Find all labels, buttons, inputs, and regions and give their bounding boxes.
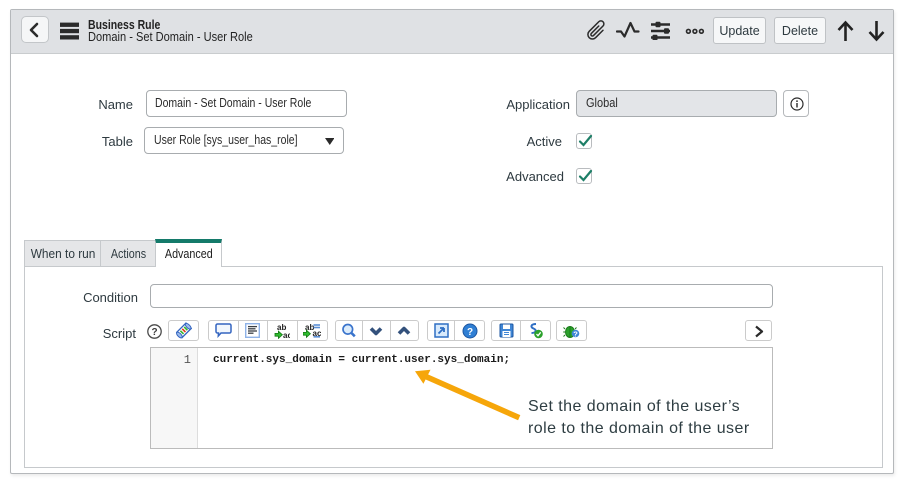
svg-text:?: ? bbox=[466, 327, 472, 338]
svg-text:?: ? bbox=[573, 329, 578, 338]
svg-text:ac: ac bbox=[313, 329, 322, 338]
svg-text:ac: ac bbox=[283, 331, 290, 339]
svg-text:?: ? bbox=[151, 327, 157, 338]
